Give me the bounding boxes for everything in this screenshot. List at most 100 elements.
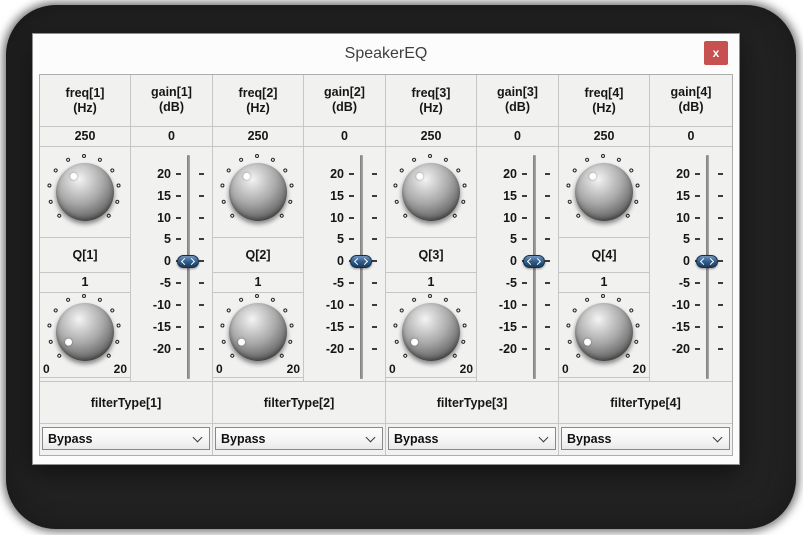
slider-tick-mark: [545, 260, 550, 263]
knob-tick-mark: [278, 212, 285, 219]
freq-knob[interactable]: [43, 150, 127, 234]
gain-slider[interactable]: 20 15 10 5 0 -5 -10 -15 -20: [477, 147, 558, 381]
knob-tick-mark: [52, 307, 59, 313]
knob-tick-mark: [282, 167, 289, 174]
knob-tick-mark: [398, 167, 405, 174]
freq-value: 250: [559, 127, 649, 147]
slider-tick-label: 10: [157, 210, 171, 225]
slider-thumb[interactable]: [696, 254, 718, 268]
freq-knob-cell: [40, 147, 130, 238]
filter-type-select[interactable]: Bypass: [561, 427, 730, 450]
knob-tick-mark: [56, 352, 63, 359]
slider-tick-mark: [372, 304, 377, 307]
slider-tick-mark: [522, 172, 527, 175]
knob-tick-mark: [48, 338, 54, 344]
chevron-down-icon: [365, 432, 376, 443]
slider-tick-mark: [176, 325, 181, 328]
slider-tick-mark: [199, 172, 204, 175]
slider-tick-mark: [176, 282, 181, 285]
knob-tick-mark: [65, 157, 71, 163]
filter-combo-row: Bypass: [40, 424, 212, 453]
slider-tick-label: -10: [498, 298, 517, 313]
knob-tick-mark: [65, 296, 71, 303]
slider-tick-mark: [199, 194, 204, 197]
gain-header-unit: (dB): [159, 100, 184, 115]
slider-tick-mark: [199, 304, 204, 307]
knob-tick-mark: [571, 167, 578, 174]
eq-channel: freq[2] (Hz) 250 Q[2] 1 0 20 gain[2] (dB…: [213, 75, 386, 455]
freq-knob[interactable]: [389, 150, 473, 234]
slider-tick-mark: [176, 194, 181, 197]
knob-tick-mark: [628, 167, 635, 174]
knob-face: [402, 302, 460, 361]
slider-tick-label: 20: [676, 166, 690, 181]
filter-type-select[interactable]: Bypass: [42, 427, 210, 450]
freq-knob[interactable]: [216, 150, 300, 234]
title-bar[interactable]: SpeakerEQ x: [33, 34, 739, 74]
knob-face: [56, 163, 114, 221]
slider-tick-label: 0: [683, 254, 690, 269]
slider-tick-mark: [349, 238, 354, 241]
q-label: Q[3]: [386, 238, 476, 273]
freq-header-unit: (Hz): [73, 100, 97, 115]
slider-tick-label: 20: [330, 166, 344, 181]
slider-tick-mark: [695, 325, 700, 328]
slider-tick-mark: [695, 282, 700, 285]
slider-tick-mark: [545, 194, 550, 197]
knob-tick-mark: [238, 157, 244, 163]
knob-tick-mark: [566, 183, 571, 188]
slider-tick-mark: [718, 216, 723, 219]
knob-tick-mark: [221, 199, 227, 205]
slider-tick-label: -20: [152, 341, 171, 356]
filter-type-label: filterType[2]: [213, 382, 385, 424]
slider-tick-label: 5: [337, 232, 344, 247]
knob-tick-mark: [443, 296, 449, 303]
knob-tick-mark: [48, 199, 54, 205]
knob-tick-mark: [56, 212, 63, 219]
freq-knob-cell: [559, 147, 649, 238]
slider-tick-mark: [349, 347, 354, 350]
knob-tick-mark: [82, 154, 86, 158]
knob-tick-mark: [584, 296, 590, 303]
freq-column-spacer: [559, 378, 649, 381]
knob-tick-mark: [278, 352, 285, 359]
knob-tick-mark: [116, 183, 121, 188]
knob-tick-mark: [575, 352, 582, 359]
freq-knob[interactable]: [562, 150, 646, 234]
slider-thumb[interactable]: [350, 254, 372, 268]
slider-tick-mark: [545, 216, 550, 219]
slider-tick-label: -10: [325, 298, 344, 313]
slider-tick-label: -15: [498, 319, 517, 334]
knob-tick-mark: [270, 296, 276, 303]
knob-tick-mark: [451, 212, 458, 219]
gain-header: gain[3] (dB): [477, 75, 558, 127]
slider-tick-mark: [718, 304, 723, 307]
slider-tick-label: -5: [159, 276, 171, 291]
knob-tick-mark: [287, 338, 293, 344]
knob-tick-mark: [287, 199, 293, 205]
slider-thumb[interactable]: [523, 254, 545, 268]
knob-tick-mark: [82, 293, 86, 298]
gain-header-name: gain[4]: [670, 85, 712, 100]
gain-slider[interactable]: 20 15 10 5 0 -5 -10 -15 -20: [304, 147, 385, 381]
q-knob-cell: 0 20: [213, 293, 303, 378]
q-knob-min-label: 0: [389, 362, 396, 376]
filter-type-label: filterType[1]: [40, 382, 212, 424]
knob-tick-mark: [584, 157, 590, 163]
thumb-chevron-icon: [360, 257, 369, 266]
filter-type-select[interactable]: Bypass: [388, 427, 556, 450]
slider-tick-mark: [176, 304, 181, 307]
thumb-chevron-icon: [706, 257, 715, 266]
knob-tick-mark: [109, 167, 116, 174]
q-knob-cell: 0 20: [559, 293, 649, 378]
slider-tick-label: -5: [332, 276, 344, 291]
slider-tick-mark: [695, 304, 700, 307]
slider-thumb[interactable]: [177, 254, 199, 268]
gain-slider[interactable]: 20 15 10 5 0 -5 -10 -15 -20: [131, 147, 212, 381]
gain-slider[interactable]: 20 15 10 5 0 -5 -10 -15 -20: [650, 147, 732, 381]
close-button[interactable]: x: [704, 41, 728, 65]
knob-tick-mark: [633, 338, 639, 344]
knob-tick-mark: [635, 183, 640, 188]
filter-type-select[interactable]: Bypass: [215, 427, 383, 450]
knob-tick-mark: [220, 183, 225, 188]
